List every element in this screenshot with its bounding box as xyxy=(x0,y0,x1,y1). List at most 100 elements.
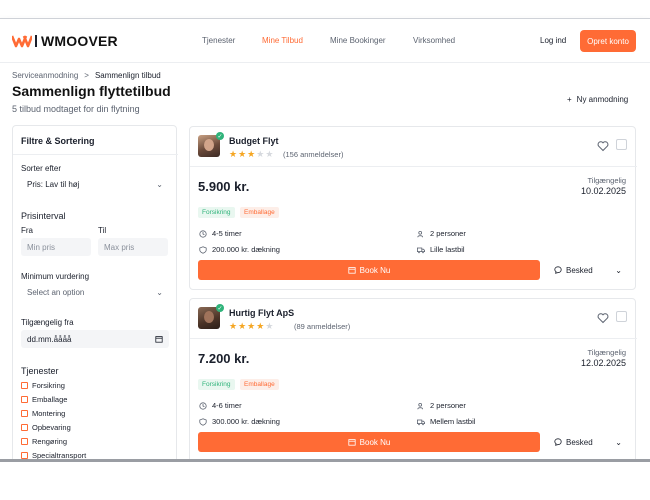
new-request-button[interactable]: + Ny anmodning xyxy=(567,95,628,104)
rating-select[interactable]: Select an option ⌄ xyxy=(21,283,169,301)
login-link[interactable]: Log ind xyxy=(540,36,566,45)
service-checkbox-montering[interactable]: Montering xyxy=(21,409,65,418)
company-name[interactable]: Hurtig Flyt ApS xyxy=(229,308,294,318)
service-label: Rengøring xyxy=(32,437,68,446)
breadcrumb-parent[interactable]: Serviceanmodning xyxy=(12,71,78,80)
users-icon xyxy=(417,230,423,237)
service-checkbox-specialtransport[interactable]: Specialtransport xyxy=(21,451,87,460)
filter-divider xyxy=(13,154,178,155)
service-label: Specialtransport xyxy=(32,451,87,460)
book-now-button[interactable]: Book Nu xyxy=(198,432,540,452)
rating-label: Minimum vurdering xyxy=(21,272,90,281)
star-icon: ★ xyxy=(229,149,238,159)
date-value: dd.mm.åååå xyxy=(27,334,72,344)
price-section-title: Prisinterval xyxy=(21,211,66,221)
sort-value: Pris: Lav til høj xyxy=(27,179,80,189)
chevron-down-icon[interactable]: ⌄ xyxy=(615,266,622,275)
coverage-info: 300.000 kr. dækning xyxy=(199,417,280,426)
page-title: Sammenlign flyttetilbud xyxy=(12,83,171,99)
service-checkbox-emballage[interactable]: Emballage xyxy=(21,395,67,404)
checkbox[interactable] xyxy=(21,396,28,403)
availability-label: Tilgængelig xyxy=(587,176,627,185)
chat-bubble-icon xyxy=(554,266,562,274)
offer-card: ✓ Budget Flyt ★ ★ ★ ★ ★ (156 anmeldelser) 5.… xyxy=(189,126,637,290)
compare-checkbox[interactable] xyxy=(616,139,627,150)
tag-forsikring: Forsikring xyxy=(198,379,235,390)
offer-price: 5.900 kr. xyxy=(198,179,250,194)
checkbox[interactable] xyxy=(21,452,28,459)
checkbox[interactable] xyxy=(21,424,28,431)
card-divider xyxy=(190,166,637,167)
vehicle-info: Mellem lastbil xyxy=(417,417,475,426)
min-price-input[interactable]: Min pris xyxy=(21,238,91,256)
tag-emballage: Emballage xyxy=(240,207,279,218)
checkbox[interactable] xyxy=(21,410,28,417)
heart-icon[interactable] xyxy=(597,312,609,324)
company-name[interactable]: Budget Flyt xyxy=(229,136,279,146)
service-label: Emballage xyxy=(32,395,68,404)
service-label: Forsikring xyxy=(32,381,65,390)
sort-label: Sorter efter xyxy=(21,164,62,173)
nav-item-mine-tilbud[interactable]: Mine Tilbud xyxy=(262,36,303,45)
window-top-margin xyxy=(0,0,650,18)
max-price-input[interactable]: Max pris xyxy=(98,238,168,256)
duration-info: 4-5 timer xyxy=(199,229,242,238)
clock-icon xyxy=(199,401,207,410)
people-text: 2 personer xyxy=(430,401,466,410)
service-checkbox-opbevaring[interactable]: Opbevaring xyxy=(21,423,71,432)
checkbox[interactable] xyxy=(21,382,28,389)
create-account-button[interactable]: Opret konto xyxy=(580,30,636,52)
shield-icon xyxy=(199,245,207,254)
nav-item-tjenester[interactable]: Tjenester xyxy=(202,36,235,45)
calendar-icon xyxy=(348,267,356,274)
nav-item-mine-bookinger[interactable]: Mine Bookinger xyxy=(330,36,386,45)
logo-divider xyxy=(35,35,37,47)
heart-icon[interactable] xyxy=(597,140,609,152)
star-icon: ★ xyxy=(265,149,274,159)
star-icon: ★ xyxy=(256,321,265,331)
sort-select[interactable]: Pris: Lav til høj ⌄ xyxy=(21,175,169,193)
card-divider xyxy=(190,338,637,339)
service-checkbox-forsikring[interactable]: Forsikring xyxy=(21,381,65,390)
book-now-button[interactable]: Book Nu xyxy=(198,260,540,280)
top-header: WMOOVER Tjenester Mine Tilbud Mine Booki… xyxy=(0,19,650,63)
service-checkbox-rengoring[interactable]: Rengøring xyxy=(21,437,67,446)
duration-text: 4-6 timer xyxy=(212,401,242,410)
review-count: (89 anmeldelser) xyxy=(294,322,351,331)
star-icon: ★ xyxy=(247,321,256,331)
star-icon: ★ xyxy=(247,149,256,159)
message-button[interactable]: Besked ⌄ xyxy=(548,432,628,452)
availability-date: 10.02.2025 xyxy=(580,186,626,196)
message-button[interactable]: Besked ⌄ xyxy=(548,260,628,280)
users-icon xyxy=(417,402,423,409)
price-to-label: Til xyxy=(98,226,107,235)
star-icon: ★ xyxy=(265,321,274,331)
breadcrumb-current: Sammenlign tilbud xyxy=(94,71,161,80)
verified-check-icon: ✓ xyxy=(216,132,224,140)
calendar-icon xyxy=(348,439,356,446)
breadcrumb: Serviceanmodning > Sammenlign tilbud xyxy=(12,71,161,80)
filter-title: Filtre & Sortering xyxy=(21,136,95,146)
compare-checkbox[interactable] xyxy=(616,311,627,322)
date-input[interactable]: dd.mm.åååå xyxy=(21,330,169,348)
price-from-label: Fra xyxy=(21,226,33,235)
logo-mark-icon xyxy=(12,35,32,48)
date-label: Tilgængelig fra xyxy=(21,318,74,327)
tag-emballage: Emballage xyxy=(240,379,279,390)
tag-forsikring: Forsikring xyxy=(198,207,235,218)
checkbox[interactable] xyxy=(21,438,28,445)
star-icon: ★ xyxy=(238,149,247,159)
offer-card: ✓ Hurtig Flyt ApS ★ ★ ★ ★ ★ (89 anmeldelser)… xyxy=(189,298,637,459)
new-request-label: Ny anmodning xyxy=(576,95,629,104)
people-info: 2 personer xyxy=(417,229,466,238)
avatar-face xyxy=(204,311,214,323)
chevron-down-icon[interactable]: ⌄ xyxy=(615,438,622,447)
services-section-title: Tjenester xyxy=(21,366,59,376)
nav-item-virksomhed[interactable]: Virksomhed xyxy=(413,36,455,45)
coverage-text: 300.000 kr. dækning xyxy=(212,417,280,426)
breadcrumb-separator: > xyxy=(84,71,89,80)
book-now-label: Book Nu xyxy=(359,437,391,447)
availability-date: 12.02.2025 xyxy=(580,358,626,368)
brand-logo[interactable]: WMOOVER xyxy=(12,33,118,49)
page-subtitle: 5 tilbud modtaget for din flytning xyxy=(12,104,140,114)
